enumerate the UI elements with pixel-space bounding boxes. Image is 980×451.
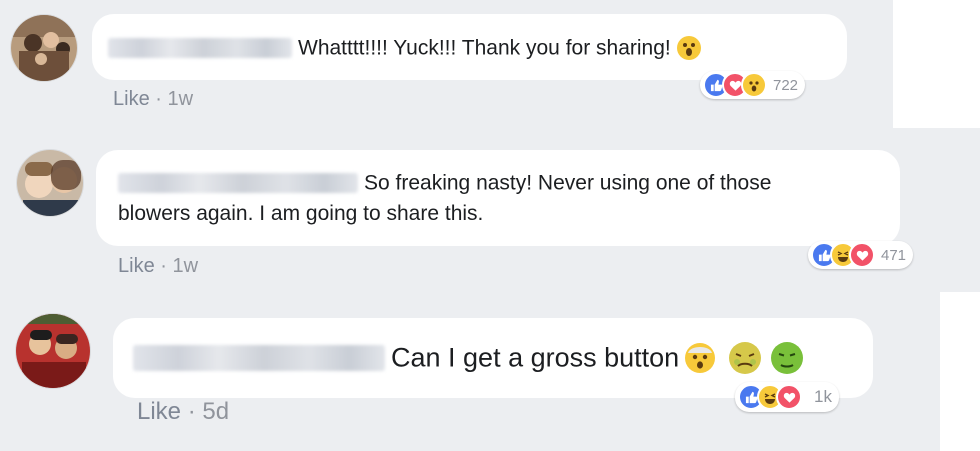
timestamp[interactable]: 5d <box>202 398 229 425</box>
timestamp[interactable]: 1w <box>173 255 199 277</box>
shocked-face-icon <box>685 342 716 373</box>
avatar[interactable] <box>16 314 90 388</box>
commenter-name[interactable] <box>108 38 292 59</box>
separator: · <box>187 398 196 425</box>
love-icon <box>776 384 802 410</box>
reaction-summary[interactable]: 1k <box>735 382 839 412</box>
wow-face-icon <box>676 36 701 61</box>
comment-text-line-2: blowers again. I am going to share this. <box>118 201 484 225</box>
reaction-summary[interactable]: 722 <box>700 71 806 99</box>
reaction-count: 722 <box>773 76 799 94</box>
like-link[interactable]: Like <box>118 255 155 277</box>
comment-text-line-1: So freaking nasty! Never using one of th… <box>364 171 772 195</box>
like-link[interactable]: Like <box>137 398 181 425</box>
separator: · <box>160 255 167 277</box>
love-icon <box>849 242 875 268</box>
comment-text: Whatttt!!!! Yuck!!! Thank you for sharin… <box>298 36 671 60</box>
timestamp[interactable]: 1w <box>168 88 194 110</box>
avatar[interactable] <box>11 15 77 81</box>
reaction-count: 471 <box>881 246 907 264</box>
comment-1: Whatttt!!!! Yuck!!! Thank you for sharin… <box>0 0 980 130</box>
sick-green-face-icon <box>771 341 804 374</box>
comment-actions: Like · 5d <box>137 398 229 426</box>
commenter-name[interactable] <box>118 173 358 194</box>
comment-bubble: So freaking nasty! Never using one of th… <box>96 150 900 246</box>
reaction-summary[interactable]: 471 <box>808 241 914 269</box>
comment-text: Can I get a gross button <box>391 342 680 373</box>
comment-actions: Like · 1w <box>118 255 198 278</box>
avatar[interactable] <box>17 150 83 216</box>
nauseated-face-icon <box>729 341 762 374</box>
comment-actions: Like · 1w <box>113 88 193 111</box>
separator: · <box>155 88 162 110</box>
comment-3: Can I get a gross button 1k Like · 5d <box>0 290 980 451</box>
commenter-name[interactable] <box>133 344 385 371</box>
like-link[interactable]: Like <box>113 88 150 110</box>
reaction-count: 1k <box>814 387 832 406</box>
comment-2: So freaking nasty! Never using one of th… <box>0 130 980 290</box>
wow-icon <box>741 72 767 98</box>
